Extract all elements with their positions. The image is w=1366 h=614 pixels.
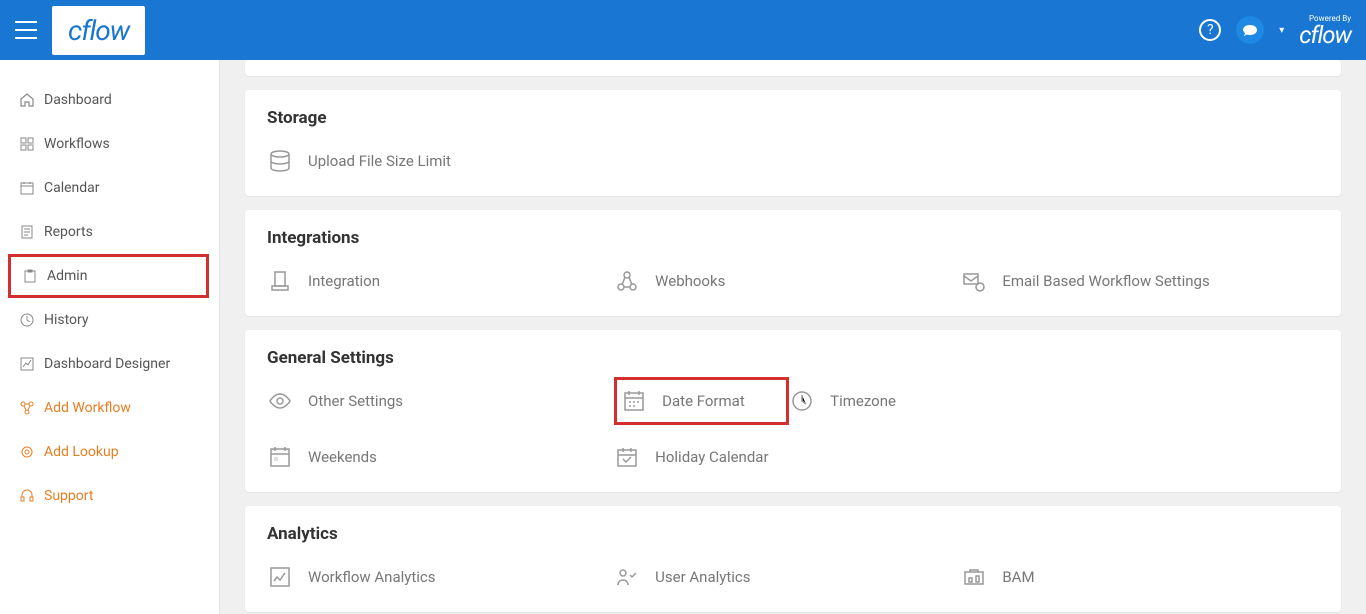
sidebar-item-label: Reports — [44, 224, 93, 240]
card-title: Analytics — [267, 524, 1319, 544]
sidebar-item-label: Dashboard Designer — [44, 356, 170, 372]
workflow-analytics[interactable]: Workflow Analytics — [267, 564, 614, 590]
calendar-icon — [20, 181, 34, 195]
chart-icon — [20, 357, 34, 371]
item-label: Integration — [308, 272, 380, 290]
home-icon — [20, 93, 34, 107]
logo[interactable]: cflow — [52, 6, 145, 55]
content-area: Storage Upload File Size Limit Integrati… — [220, 60, 1366, 614]
sidebar-item-add-lookup[interactable]: Add Lookup — [0, 430, 219, 474]
sidebar-item-label: Calendar — [44, 180, 100, 196]
sidebar-item-reports[interactable]: Reports — [0, 210, 219, 254]
sidebar-item-workflows[interactable]: Workflows — [0, 122, 219, 166]
item-label: BAM — [1002, 568, 1034, 586]
sidebar-item-label: Dashboard — [44, 92, 112, 108]
timezone-icon — [789, 388, 815, 414]
eye-icon — [267, 388, 293, 414]
workflow-analytics-icon — [267, 564, 293, 590]
sidebar-item-dashboard[interactable]: Dashboard — [0, 78, 219, 122]
sidebar-item-history[interactable]: History — [0, 298, 219, 342]
workflow-icon — [20, 401, 34, 415]
upload-file-size-limit[interactable]: Upload File Size Limit — [267, 148, 614, 174]
webhooks[interactable]: Webhooks — [614, 268, 961, 294]
report-icon — [20, 225, 34, 239]
webhook-icon — [614, 268, 640, 294]
main-layout: Dashboard Workflows Calendar Reports Adm… — [0, 60, 1366, 614]
item-label: Weekends — [308, 448, 377, 466]
general-settings-card: General Settings Other Settings Date For… — [245, 330, 1341, 492]
card-title: Integrations — [267, 228, 1319, 248]
holiday-calendar[interactable]: Holiday Calendar — [614, 444, 961, 470]
app-header: cflow ? ▾ Powered By cflow — [0, 0, 1366, 60]
header-right: ? ▾ Powered By cflow — [1199, 14, 1351, 47]
sidebar-item-admin[interactable]: Admin — [8, 254, 209, 298]
item-label: Email Based Workflow Settings — [1002, 272, 1209, 290]
date-format[interactable]: Date Format — [614, 377, 789, 425]
item-label: Date Format — [662, 392, 745, 410]
sidebar-item-label: History — [44, 312, 89, 328]
hamburger-icon[interactable] — [15, 21, 37, 39]
item-label: Workflow Analytics — [308, 568, 436, 586]
bam-icon — [961, 564, 987, 590]
chat-icon[interactable] — [1236, 16, 1264, 44]
item-label: User Analytics — [655, 568, 750, 586]
other-settings[interactable]: Other Settings — [267, 388, 614, 414]
sidebar-item-label: Add Lookup — [44, 444, 119, 460]
integrations-card: Integrations Integration Webhooks — [245, 210, 1341, 316]
date-format-icon — [621, 388, 647, 414]
bam[interactable]: BAM — [961, 564, 1308, 590]
sidebar-item-label: Workflows — [44, 136, 110, 152]
sidebar-item-label: Add Workflow — [44, 400, 131, 416]
sidebar: Dashboard Workflows Calendar Reports Adm… — [0, 60, 220, 614]
sidebar-item-support[interactable]: Support — [0, 474, 219, 518]
clipboard-icon — [23, 269, 37, 283]
item-label: Upload File Size Limit — [308, 152, 451, 170]
headset-icon — [20, 489, 34, 503]
weekends[interactable]: Weekends — [267, 444, 614, 470]
sidebar-item-calendar[interactable]: Calendar — [0, 166, 219, 210]
email-settings-icon — [961, 268, 987, 294]
integration-icon — [267, 268, 293, 294]
storage-card: Storage Upload File Size Limit — [245, 90, 1341, 196]
sidebar-item-dashboard-designer[interactable]: Dashboard Designer — [0, 342, 219, 386]
holiday-icon — [614, 444, 640, 470]
card-title: General Settings — [267, 348, 1319, 368]
item-label: Webhooks — [655, 272, 725, 290]
sidebar-item-add-workflow[interactable]: Add Workflow — [0, 386, 219, 430]
database-icon — [267, 148, 293, 174]
sidebar-item-label: Support — [44, 488, 93, 504]
header-left: cflow — [15, 6, 145, 55]
user-analytics-icon — [614, 564, 640, 590]
integration[interactable]: Integration — [267, 268, 614, 294]
email-workflow-settings[interactable]: Email Based Workflow Settings — [961, 268, 1308, 294]
clock-icon — [20, 313, 34, 327]
brand-label: Powered By cflow — [1299, 14, 1351, 47]
item-label: Other Settings — [308, 392, 403, 410]
user-analytics[interactable]: User Analytics — [614, 564, 961, 590]
target-icon — [20, 445, 34, 459]
item-label: Holiday Calendar — [655, 448, 768, 466]
item-label: Timezone — [830, 392, 896, 410]
timezone[interactable]: Timezone — [789, 388, 1136, 414]
chevron-down-icon[interactable]: ▾ — [1279, 25, 1284, 36]
sidebar-item-label: Admin — [47, 268, 87, 284]
partial-card — [245, 60, 1341, 76]
grid-icon — [20, 137, 34, 151]
analytics-card: Analytics Workflow Analytics User Analyt… — [245, 506, 1341, 612]
weekends-icon — [267, 444, 293, 470]
help-icon[interactable]: ? — [1199, 19, 1221, 41]
card-title: Storage — [267, 108, 1319, 128]
